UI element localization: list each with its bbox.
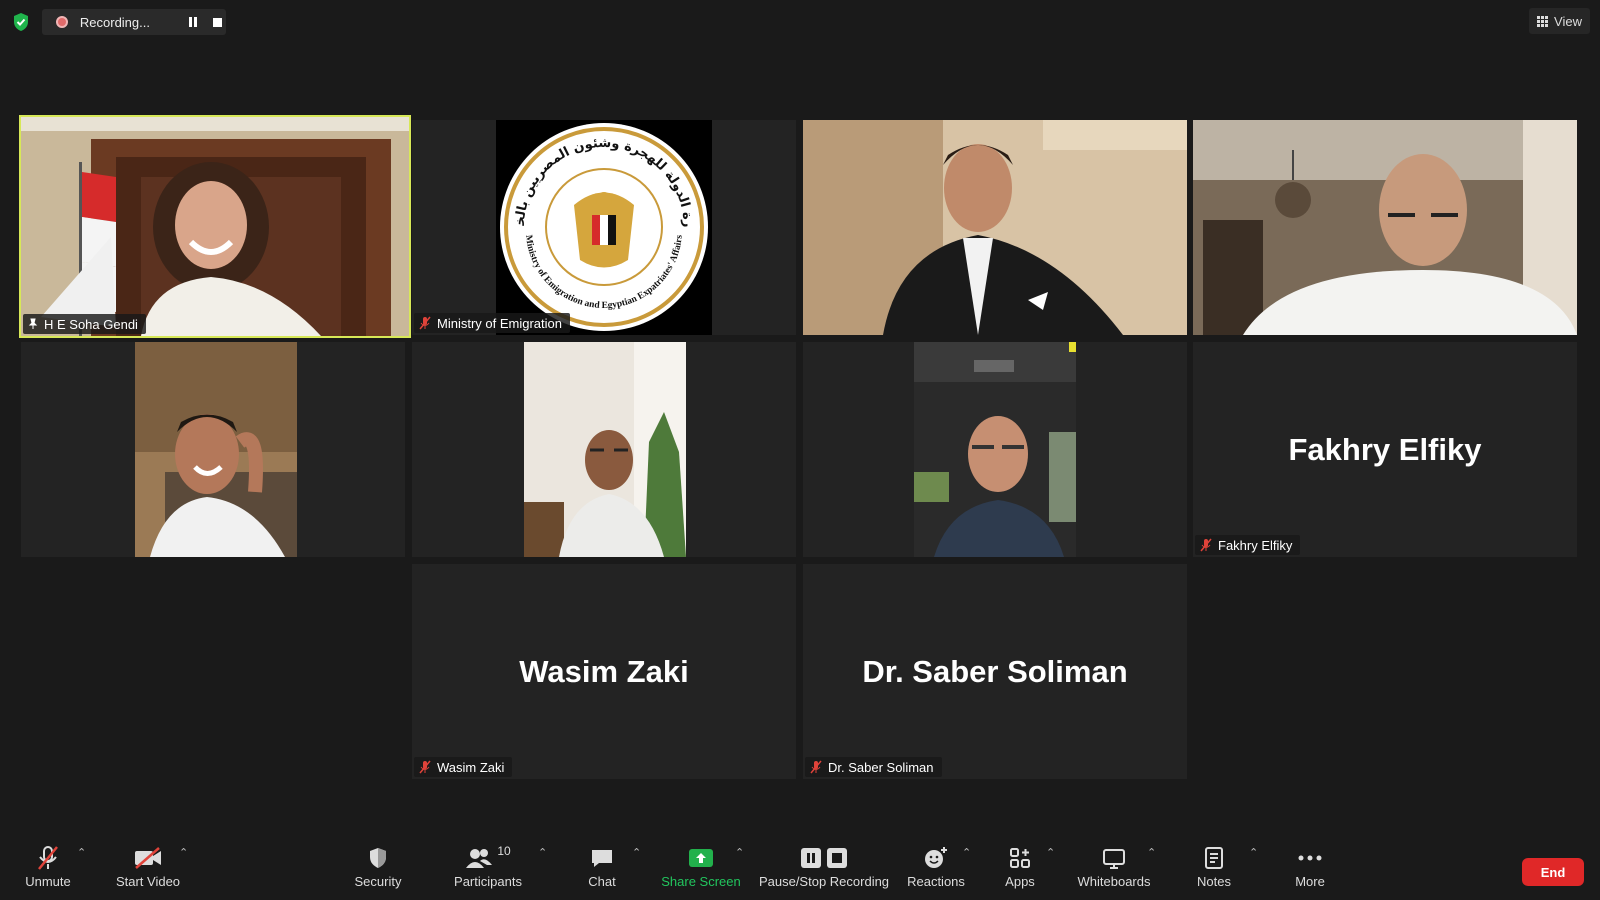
notes-icon: [1205, 847, 1223, 869]
muted-microphone-icon: [419, 316, 431, 330]
participant-video: [914, 342, 1076, 557]
more-dots-icon: [1298, 855, 1322, 861]
people-icon: [466, 849, 493, 868]
audio-options-chevron-icon[interactable]: ⌃: [77, 846, 86, 859]
participant-name-tag: H E Soha Gendi: [23, 314, 146, 334]
participant-video: [21, 117, 409, 336]
pause-icon: [189, 17, 198, 27]
participant-name-tag: Ministry of Emigration: [414, 313, 570, 333]
video-tile[interactable]: Fakhry Elfiky Fakhry Elfiky: [1193, 342, 1577, 557]
start-video-label: Start Video: [115, 874, 181, 889]
chat-label: Chat: [588, 874, 616, 889]
video-tile[interactable]: [1193, 120, 1577, 335]
meeting-toolbar: Unmute ⌃ Start Video ⌃ Security 10 Parti…: [0, 830, 1600, 900]
reactions-label: Reactions: [907, 874, 965, 889]
muted-microphone-icon: [419, 760, 431, 774]
pin-icon: [28, 318, 38, 329]
video-tile[interactable]: [803, 342, 1187, 557]
whiteboards-button[interactable]: Whiteboards: [1075, 844, 1153, 889]
reactions-options-chevron-icon[interactable]: ⌃: [962, 846, 971, 859]
video-tile[interactable]: [21, 342, 405, 557]
video-off-icon: [135, 847, 161, 869]
ministry-logo: وزارة الدولة للهجرة وشئون المصريين بالخا…: [496, 120, 708, 331]
whiteboards-options-chevron-icon[interactable]: ⌃: [1147, 846, 1156, 859]
security-button[interactable]: Security: [352, 844, 404, 889]
stop-icon: [212, 17, 222, 27]
participant-name: Wasim Zaki: [437, 759, 505, 775]
participant-display-name: Wasim Zaki: [519, 653, 689, 689]
whiteboards-label: Whiteboards: [1077, 874, 1151, 889]
muted-microphone-icon: [38, 846, 58, 870]
pause-stop-recording-button[interactable]: Pause/Stop Recording: [758, 844, 890, 889]
security-label: Security: [354, 874, 402, 889]
participants-label: Participants: [454, 874, 522, 889]
notes-button[interactable]: Notes: [1192, 844, 1236, 889]
participant-name-tag: Wasim Zaki: [414, 757, 513, 777]
more-button[interactable]: More: [1290, 844, 1330, 889]
shield-icon: [370, 848, 386, 868]
unmute-label: Unmute: [25, 874, 71, 889]
apps-label: Apps: [1005, 874, 1035, 889]
video-tile[interactable]: H E Soha Gendi: [19, 115, 411, 338]
muted-microphone-icon: [810, 760, 822, 774]
stop-recording-button[interactable]: [208, 13, 226, 31]
chat-button[interactable]: Chat: [580, 844, 624, 889]
video-tile[interactable]: [412, 342, 796, 557]
video-tile[interactable]: [803, 120, 1187, 335]
emoji-plus-icon: [925, 847, 947, 868]
stop-icon: [827, 848, 847, 868]
apps-button[interactable]: Apps: [1000, 844, 1040, 889]
participant-name: Fakhry Elfiky: [1218, 537, 1293, 553]
whiteboard-icon: [1103, 849, 1125, 869]
participant-name: Dr. Saber Soliman: [828, 759, 934, 775]
participant-video: [803, 120, 1187, 335]
participant-display-name: Dr. Saber Soliman: [862, 653, 1128, 689]
security-shield-icon[interactable]: [12, 12, 30, 32]
participant-name-tag: Dr. Saber Soliman: [805, 757, 942, 777]
participant-video: وزارة الدولة للهجرة وشئون المصريين بالخا…: [496, 120, 712, 335]
start-video-button[interactable]: Start Video: [112, 844, 184, 889]
participants-options-chevron-icon[interactable]: ⌃: [538, 846, 547, 859]
recording-dot-icon: [56, 16, 68, 28]
end-meeting-button[interactable]: End: [1522, 858, 1584, 886]
share-screen-icon: [689, 849, 713, 867]
participant-video: [1193, 120, 1577, 335]
notes-label: Notes: [1197, 874, 1231, 889]
participant-name: Ministry of Emigration: [437, 315, 562, 331]
share-screen-label: Share Screen: [661, 874, 741, 889]
chat-bubble-icon: [592, 850, 612, 867]
participant-video: [524, 342, 686, 557]
participant-name: H E Soha Gendi: [44, 316, 138, 332]
muted-microphone-icon: [1200, 538, 1212, 552]
video-tile[interactable]: وزارة الدولة للهجرة وشئون المصريين بالخا…: [412, 120, 796, 335]
video-options-chevron-icon[interactable]: ⌃: [179, 846, 188, 859]
notes-options-chevron-icon[interactable]: ⌃: [1249, 846, 1258, 859]
pause-stop-recording-label: Pause/Stop Recording: [758, 874, 890, 889]
chat-options-chevron-icon[interactable]: ⌃: [632, 846, 641, 859]
view-label: View: [1554, 13, 1582, 29]
recording-indicator: Recording...: [42, 9, 226, 35]
apps-options-chevron-icon[interactable]: ⌃: [1046, 846, 1055, 859]
share-screen-button[interactable]: Share Screen: [660, 844, 742, 889]
grid-view-icon: [1537, 15, 1549, 27]
apps-icon: [1010, 848, 1030, 868]
participants-count: 10: [497, 844, 511, 858]
reactions-button[interactable]: Reactions: [905, 844, 967, 889]
share-options-chevron-icon[interactable]: ⌃: [735, 846, 744, 859]
participant-name-tag: Fakhry Elfiky: [1195, 535, 1301, 555]
more-label: More: [1295, 874, 1325, 889]
participants-button[interactable]: 10 Participants: [452, 844, 524, 889]
participant-display-name: Fakhry Elfiky: [1288, 431, 1482, 467]
recording-label: Recording...: [79, 14, 150, 30]
video-tile[interactable]: Dr. Saber Soliman Dr. Saber Soliman: [803, 564, 1187, 779]
video-tile[interactable]: Wasim Zaki Wasim Zaki: [412, 564, 796, 779]
unmute-button[interactable]: Unmute: [24, 844, 72, 889]
participant-video: [135, 342, 297, 557]
view-button[interactable]: View: [1529, 8, 1590, 34]
pause-icon: [801, 848, 821, 868]
pause-recording-button[interactable]: [185, 13, 203, 31]
